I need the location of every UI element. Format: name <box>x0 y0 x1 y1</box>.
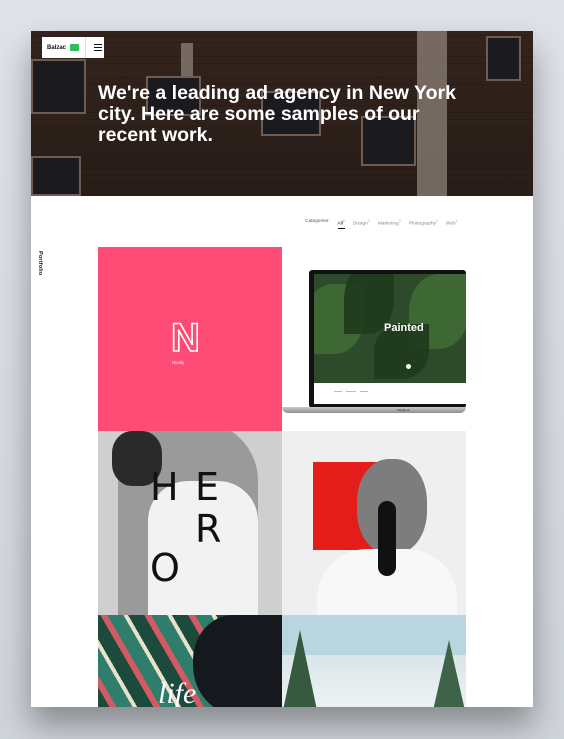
browser-frame: Balzac We're a leading ad agency in New … <box>31 31 533 707</box>
hero-letter-e: E <box>195 465 220 509</box>
laptop-display: Painted <box>314 274 466 404</box>
laptop-screen: Painted <box>309 270 466 408</box>
hamburger-menu-icon[interactable] <box>94 44 103 51</box>
building-window <box>31 156 81 196</box>
logo-text: Balzac <box>47 44 67 51</box>
laptop-brand: MacBook <box>397 408 410 412</box>
category-filters: Categories: All8 Design2 Marketing3 Phot… <box>305 219 458 229</box>
tree-shape <box>432 640 466 707</box>
screen-footer <box>314 383 466 404</box>
portfolio-item-forest[interactable] <box>282 615 466 707</box>
building-window <box>31 59 86 114</box>
hero-letter-h: H <box>150 465 179 509</box>
filter-photography[interactable]: Photography2 <box>409 219 438 229</box>
portfolio-item-nicely[interactable]: N Nicely <box>98 247 282 431</box>
portfolio-item-hero[interactable]: H E R O <box>98 431 282 615</box>
filter-web[interactable]: Web1 <box>446 219 458 229</box>
filter-marketing[interactable]: Marketing3 <box>378 219 401 229</box>
nicely-caption: Nicely <box>172 360 185 365</box>
hero-letter-r: R <box>195 507 222 551</box>
portfolio-item-portrait[interactable] <box>282 431 466 615</box>
painted-title: Painted <box>384 322 424 334</box>
filter-design[interactable]: Design2 <box>353 219 370 229</box>
divider <box>85 37 87 58</box>
portfolio-item-life[interactable]: life <box>98 615 282 707</box>
black-stripe <box>378 501 396 576</box>
site-logo[interactable]: Balzac <box>42 37 104 58</box>
slider-dot <box>406 364 411 369</box>
hero-banner: Balzac We're a leading ad agency in New … <box>31 31 533 196</box>
nicely-logo: N <box>170 316 200 360</box>
laptop-base <box>282 407 466 413</box>
logo-flag-icon <box>70 44 80 51</box>
filter-all[interactable]: All8 <box>337 219 345 229</box>
hero-letter-o: O <box>150 546 180 590</box>
hero-headline: We're a leading ad agency in New York ci… <box>98 82 456 146</box>
section-vertical-label: Portfolio <box>37 251 43 276</box>
building-window <box>486 36 521 81</box>
person-hair <box>193 615 282 707</box>
portfolio-item-painted[interactable]: Painted MacBook <box>282 247 466 431</box>
life-text: life <box>158 677 197 707</box>
filter-label: Categories: <box>305 219 330 224</box>
tree-shape <box>282 630 318 707</box>
